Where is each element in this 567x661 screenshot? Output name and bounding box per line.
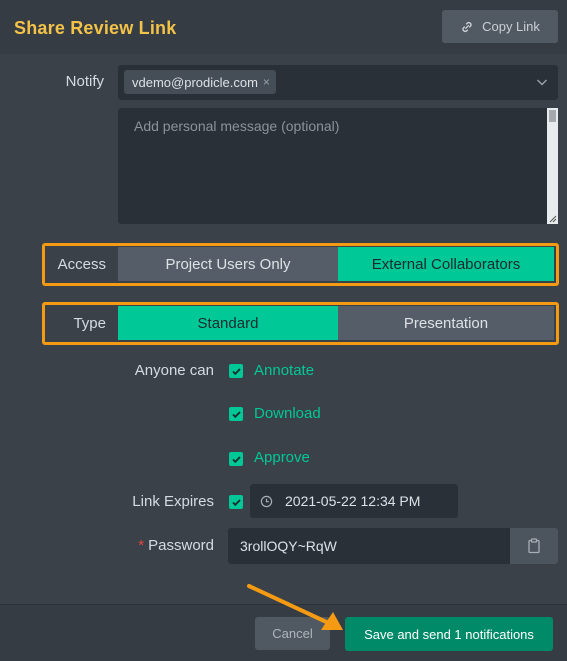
- type-label: Type: [73, 314, 106, 332]
- annotate-checkbox[interactable]: [229, 364, 243, 378]
- save-and-send-button[interactable]: Save and send 1 notifications: [345, 617, 553, 651]
- type-presentation[interactable]: Presentation: [338, 306, 554, 340]
- access-label: Access: [57, 255, 106, 273]
- link-expires-label: Link Expires: [132, 493, 214, 510]
- copy-link-button[interactable]: Copy Link: [442, 10, 558, 43]
- remove-recipient-icon[interactable]: ×: [263, 75, 270, 89]
- recipient-email: vdemo@prodicle.com: [132, 74, 258, 90]
- check-icon: [231, 410, 241, 418]
- approve-checkbox[interactable]: [229, 452, 243, 466]
- message-placeholder: Add personal message (optional): [134, 118, 340, 134]
- chevron-down-icon[interactable]: [536, 76, 548, 88]
- check-icon: [231, 455, 241, 463]
- message-scrollbar[interactable]: [547, 108, 558, 224]
- approve-label[interactable]: Approve: [254, 449, 310, 466]
- access-external-collaborators[interactable]: External Collaborators: [338, 247, 554, 281]
- dialog-header: Share Review Link Copy Link: [0, 0, 567, 54]
- password-input[interactable]: 3rollOQY~RqW: [228, 528, 510, 564]
- notify-label: Notify: [65, 73, 104, 90]
- copy-link-label: Copy Link: [482, 19, 540, 34]
- check-icon: [231, 367, 241, 375]
- scrollbar-thumb[interactable]: [549, 110, 556, 122]
- check-icon: [231, 498, 241, 506]
- recipients-input[interactable]: vdemo@prodicle.com ×: [118, 65, 558, 100]
- download-label[interactable]: Download: [254, 405, 321, 422]
- access-project-users-only[interactable]: Project Users Only: [118, 247, 338, 281]
- password-label-text: Password: [148, 537, 214, 554]
- dialog-title: Share Review Link: [14, 18, 177, 38]
- personal-message-textarea[interactable]: Add personal message (optional): [118, 108, 558, 224]
- link-icon: [462, 21, 472, 32]
- required-marker: *: [138, 537, 145, 554]
- resize-grip-icon[interactable]: [548, 214, 557, 223]
- download-checkbox[interactable]: [229, 407, 243, 421]
- link-expires-checkbox[interactable]: [229, 495, 243, 509]
- type-standard[interactable]: Standard: [118, 306, 338, 340]
- recipient-chip: vdemo@prodicle.com ×: [124, 70, 276, 94]
- password-label: * Password: [110, 537, 214, 554]
- clipboard-icon: [528, 538, 540, 554]
- annotation-arrow-icon: [247, 584, 343, 630]
- permissions-label: Anyone can: [134, 362, 214, 379]
- expiry-datetime-input[interactable]: 2021-05-22 12:34 PM: [250, 484, 458, 518]
- password-value: 3rollOQY~RqW: [240, 538, 337, 554]
- clock-icon: [260, 495, 273, 507]
- annotate-label[interactable]: Annotate: [254, 362, 314, 379]
- copy-password-button[interactable]: [510, 528, 558, 564]
- expiry-datetime-value: 2021-05-22 12:34 PM: [285, 493, 421, 509]
